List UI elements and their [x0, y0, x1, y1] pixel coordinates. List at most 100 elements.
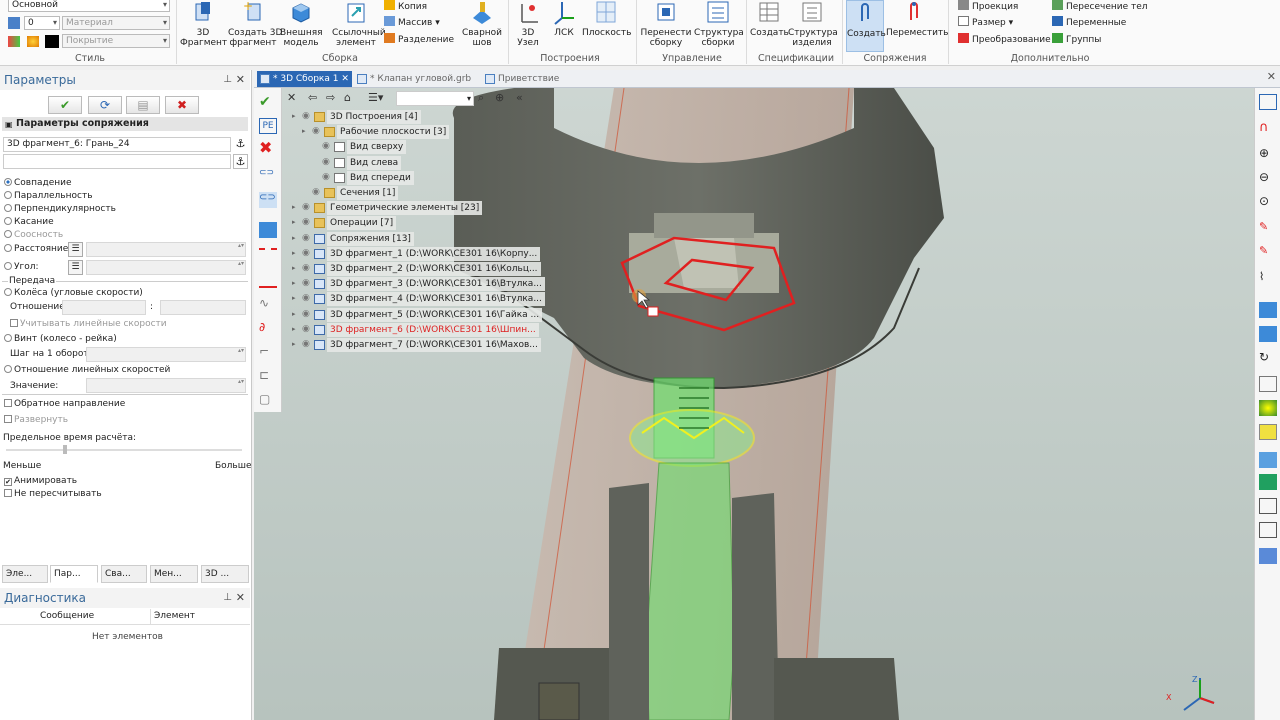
move-mate-button[interactable]: Переместить: [886, 0, 948, 38]
eye-icon[interactable]: ◉: [302, 309, 310, 319]
eye-icon[interactable]: ◉: [302, 293, 310, 303]
reverse-checkbox[interactable]: Обратное направление: [4, 399, 125, 410]
tab-assembly[interactable]: * 3D Сборка 1 ✕: [257, 71, 352, 87]
distance-input[interactable]: [86, 242, 246, 257]
eye-icon[interactable]: ◉: [302, 111, 310, 121]
eye-icon[interactable]: ◉: [302, 339, 310, 349]
tree-item[interactable]: ▸ ◉ 3D Построения [4]: [284, 110, 540, 124]
value-input[interactable]: [86, 378, 246, 393]
equals-button[interactable]: ☰: [68, 242, 83, 257]
tree-item[interactable]: ▸ ◉ 3D фрагмент_2 (D:\WORK\CE301 16\Кольц.…: [284, 262, 541, 276]
option-screw[interactable]: Винт (колесо - рейка): [4, 334, 117, 345]
tree-item[interactable]: ◉ Вид слева: [284, 155, 540, 170]
eye-icon[interactable]: ◉: [322, 172, 330, 182]
weld-button[interactable]: Сварной шов: [460, 0, 504, 48]
hex-icon[interactable]: [1259, 474, 1277, 490]
no-recalc-checkbox[interactable]: Не пересчитывать: [4, 489, 102, 500]
ref-element-button[interactable]: Ссылочный элемент: [332, 0, 386, 48]
zoom-fit-icon[interactable]: ⊙: [1259, 194, 1277, 210]
anchor-icon[interactable]: ⚓: [233, 137, 248, 152]
tree-item[interactable]: ▸ ◉ 3D фрагмент_7 (D:\WORK\CE301 16\Махов.…: [284, 338, 541, 352]
close-icon[interactable]: ✕: [236, 588, 245, 608]
measure-icon[interactable]: ⌇: [1259, 270, 1277, 286]
expand-icon[interactable]: ▸: [292, 294, 296, 302]
eye-icon[interactable]: ◉: [302, 263, 310, 273]
option-distance[interactable]: Расстояние:: [4, 244, 71, 255]
tab-elements[interactable]: Эле...: [2, 565, 48, 583]
expand-checkbox[interactable]: Развернуть: [4, 415, 68, 426]
size-button[interactable]: Размер ▾: [958, 16, 1013, 29]
option-linear-ratio[interactable]: Отношение линейных скоростей: [4, 365, 170, 376]
tab-3d[interactable]: 3D ...: [201, 565, 249, 583]
curve-icon[interactable]: ∿: [259, 296, 277, 312]
angle-input[interactable]: [86, 260, 246, 275]
window-icon[interactable]: [1259, 94, 1277, 110]
expand-icon[interactable]: ▸: [292, 218, 296, 226]
tree-item[interactable]: ◉ Вид сверху: [284, 140, 540, 155]
parameters-icon[interactable]: PE: [259, 118, 277, 134]
section-icon[interactable]: [1259, 548, 1277, 564]
tree-item[interactable]: ◉ Сечения [1]: [284, 186, 540, 200]
tree-item[interactable]: ▸ ◉ 3D фрагмент_6 (D:\WORK\CE301 16\Шпин..…: [284, 322, 540, 337]
tab-welcome[interactable]: Приветствие: [482, 71, 562, 87]
refresh-button[interactable]: ⟳: [88, 96, 122, 114]
pin-icon[interactable]: ⊥: [223, 70, 232, 90]
tab-drawing[interactable]: * Клапан угловой.grb: [354, 71, 472, 87]
tree-item[interactable]: ▸ ◉ 3D фрагмент_5 (D:\WORK\CE301 16\Гайка …: [284, 307, 543, 322]
tree-item[interactable]: ▸ ◉ Рабочие плоскости [3]: [284, 125, 540, 140]
projection-button[interactable]: Проекция: [958, 0, 1018, 13]
tree-item[interactable]: ▸ ◉ Геометрические элементы [23]: [284, 201, 540, 216]
ratio-input-2[interactable]: [160, 300, 246, 315]
zoom-in-icon[interactable]: ⊕: [1259, 146, 1277, 162]
consider-linear-checkbox[interactable]: Учитывать линейные скорости: [10, 319, 167, 330]
tree-item[interactable]: ▸ ◉ 3D фрагмент_1 (D:\WORK\CE301 16\Корпу.…: [284, 246, 541, 261]
option-coincidence[interactable]: Совпадение: [4, 178, 72, 189]
pin-icon[interactable]: ⊥: [223, 588, 232, 608]
solid-2-icon[interactable]: [1259, 326, 1277, 342]
stairs-icon[interactable]: ⊏: [259, 368, 277, 384]
array-button[interactable]: Массив ▾: [384, 16, 440, 29]
solid-icon[interactable]: [1259, 302, 1277, 318]
frame-icon[interactable]: [1259, 522, 1277, 538]
step-icon[interactable]: ⌐: [259, 344, 277, 360]
fragment3d-button[interactable]: 3D Фрагмент: [180, 0, 227, 48]
eye-icon[interactable]: ◉: [312, 126, 320, 136]
time-slider-track[interactable]: [6, 449, 242, 451]
time-slider-thumb[interactable]: [63, 445, 67, 454]
magnet-icon[interactable]: ∩: [1259, 120, 1277, 136]
apply-button[interactable]: ✔: [48, 96, 82, 114]
tree-item[interactable]: ▸ ◉ Операции [7]: [284, 216, 540, 231]
line-icon[interactable]: [259, 272, 277, 288]
cube-icon[interactable]: [259, 222, 277, 238]
mate-params-section-header[interactable]: Параметры сопряжения: [2, 117, 248, 131]
tree-item[interactable]: ◉ Вид спереди: [284, 170, 540, 185]
equals-button[interactable]: ☰: [68, 260, 83, 275]
option-tangent[interactable]: Касание: [4, 217, 54, 228]
eye-icon[interactable]: ◉: [322, 141, 330, 151]
expand-icon[interactable]: ▸: [292, 325, 296, 333]
tab-params[interactable]: Пар...: [50, 565, 98, 583]
option-coaxial[interactable]: Соосность: [4, 230, 63, 241]
expand-icon[interactable]: ▸: [292, 234, 296, 242]
sketch-icon[interactable]: ✎: [1259, 220, 1277, 236]
expand-icon[interactable]: ▸: [302, 127, 306, 135]
options-button[interactable]: ▤: [126, 96, 160, 114]
tree-item[interactable]: ▸ ◉ Сопряжения [13]: [284, 231, 540, 246]
eye-icon[interactable]: ◉: [302, 217, 310, 227]
expand-icon[interactable]: ▸: [292, 203, 296, 211]
node3d-button[interactable]: 3D Узел: [512, 0, 544, 48]
create-spec-button[interactable]: Создать: [750, 0, 789, 38]
plane-button[interactable]: Плоскость: [582, 0, 631, 38]
expand-icon[interactable]: ▸: [292, 310, 296, 318]
eye-icon[interactable]: ◉: [302, 278, 310, 288]
option-parallel[interactable]: Параллельность: [4, 191, 93, 202]
eye-icon[interactable]: ◉: [322, 157, 330, 167]
assembly-structure-button[interactable]: Структура сборки: [694, 0, 744, 48]
body-intersection-button[interactable]: Пересечение тел: [1052, 0, 1148, 13]
variables-button[interactable]: Переменные: [1052, 16, 1126, 29]
tab-manager[interactable]: Мен...: [150, 565, 198, 583]
layer-view-icon[interactable]: [1259, 452, 1277, 468]
expand-icon[interactable]: ▸: [292, 249, 296, 257]
material-combo[interactable]: Материал ▾: [62, 16, 170, 30]
coating-combo[interactable]: Покрытие ▾: [62, 34, 170, 48]
